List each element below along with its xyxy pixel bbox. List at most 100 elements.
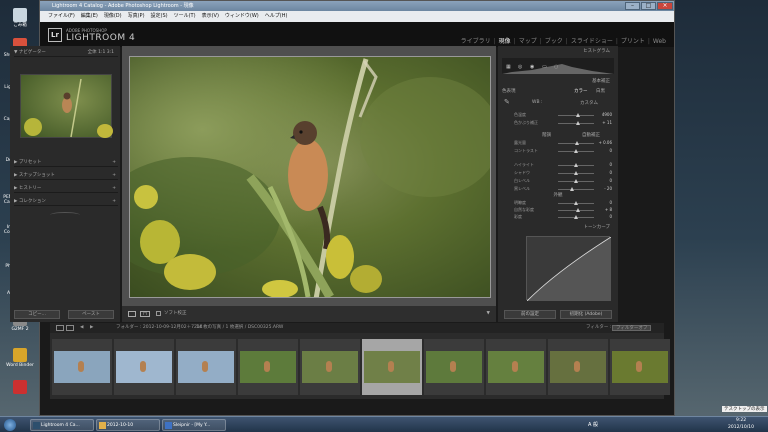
navigator-preview[interactable] bbox=[20, 74, 113, 138]
slider-thumb[interactable] bbox=[574, 215, 578, 219]
navigator-zoom-options[interactable]: 全体 1:1 3:1 bbox=[88, 48, 114, 57]
add-icon[interactable]: + bbox=[112, 171, 116, 180]
module-tab[interactable]: Web bbox=[653, 38, 666, 45]
left-section-header[interactable]: ▶ プリセット + bbox=[14, 158, 118, 167]
slider-value[interactable]: + 0.06 bbox=[598, 140, 612, 145]
before-after-icon[interactable]: YY bbox=[140, 311, 150, 317]
reset-button[interactable]: 初期化 (Adobe) bbox=[560, 310, 612, 319]
desktop-icon[interactable]: Word Binder bbox=[2, 348, 38, 368]
slider-thumb[interactable] bbox=[574, 163, 578, 167]
graduated-filter-icon[interactable]: ▭ bbox=[542, 64, 547, 70]
slider-thumb[interactable] bbox=[574, 149, 578, 153]
menu-item[interactable]: 設定(S) bbox=[151, 13, 168, 19]
filmstrip-thumbnail[interactable] bbox=[424, 339, 484, 395]
ime-indicator[interactable]: A 般 bbox=[588, 421, 598, 428]
redeye-icon[interactable]: ◉ bbox=[530, 64, 534, 70]
slider-thumb[interactable] bbox=[570, 187, 575, 191]
slider-value[interactable]: + 11 bbox=[602, 120, 612, 125]
minimize-button[interactable]: – bbox=[625, 2, 640, 10]
wb-value[interactable]: カスタム bbox=[580, 100, 598, 106]
slider-value[interactable]: 0 bbox=[609, 214, 612, 219]
wb-eyedropper-icon[interactable]: ✎ bbox=[504, 98, 510, 106]
treatment-color[interactable]: カラー bbox=[574, 88, 588, 94]
menu-item[interactable]: ヘルプ(H) bbox=[265, 13, 288, 19]
filmstrip-thumbnail[interactable] bbox=[238, 339, 298, 395]
slider-track[interactable] bbox=[558, 189, 594, 190]
slider-thumb[interactable] bbox=[576, 208, 581, 212]
taskbar-button[interactable]: 2012-10-10 bbox=[96, 419, 160, 431]
filmstrip-thumbnail[interactable] bbox=[486, 339, 546, 395]
slider-value[interactable]: + 8 bbox=[605, 207, 612, 212]
left-section-header[interactable]: ▶ ヒストリー + bbox=[14, 184, 118, 193]
navigator-header[interactable]: ▼ ナビゲーター 全体 1:1 3:1 bbox=[14, 48, 118, 57]
add-icon[interactable]: + bbox=[112, 158, 116, 167]
spot-removal-icon[interactable]: ◎ bbox=[518, 64, 522, 70]
second-window-icon[interactable] bbox=[66, 325, 74, 331]
slider-thumb[interactable] bbox=[575, 113, 580, 117]
filmstrip-thumbnail[interactable] bbox=[176, 339, 236, 395]
toolbar-menu-icon[interactable]: ▼ bbox=[487, 306, 490, 322]
menu-item[interactable]: ウィンドウ(W) bbox=[225, 13, 259, 19]
slider-value[interactable]: 0 bbox=[609, 170, 612, 175]
filmstrip-thumbnail[interactable] bbox=[362, 339, 422, 395]
slider-value[interactable]: - 20 bbox=[604, 186, 612, 191]
filmstrip-thumbnail[interactable] bbox=[300, 339, 360, 395]
module-tab[interactable]: マップ bbox=[519, 38, 537, 45]
nav-forward-icon[interactable]: ▶ bbox=[90, 323, 93, 333]
module-tab[interactable]: プリント bbox=[621, 38, 645, 45]
main-photo[interactable] bbox=[129, 56, 491, 298]
crop-tool-icon[interactable]: ▦ bbox=[506, 64, 511, 70]
slider-value[interactable]: 0 bbox=[609, 148, 612, 153]
menu-item[interactable]: ツール(T) bbox=[174, 13, 196, 19]
module-tab[interactable]: スライドショー bbox=[571, 38, 613, 45]
filmstrip-thumbnail[interactable] bbox=[548, 339, 608, 395]
module-tab[interactable]: ライブラリ bbox=[461, 38, 491, 45]
slider-value[interactable]: 0 bbox=[609, 178, 612, 183]
filmstrip-thumbnail[interactable] bbox=[610, 339, 670, 395]
left-section-header[interactable]: ▶ スナップショット + bbox=[14, 171, 118, 180]
menu-item[interactable]: 現像(D) bbox=[104, 13, 122, 19]
slider-thumb[interactable] bbox=[574, 171, 578, 175]
copy-button[interactable]: コピー... bbox=[14, 310, 60, 319]
maximize-button[interactable]: □ bbox=[641, 2, 656, 10]
menu-item[interactable]: ファイル(F) bbox=[48, 13, 75, 19]
basic-header[interactable]: 基本補正 bbox=[502, 78, 614, 84]
tone-auto-button[interactable]: 自動補正 bbox=[582, 132, 600, 138]
folder-path[interactable]: フォルダー : 2012-10-09-12月02＋7214 bbox=[116, 323, 203, 333]
slider-value[interactable]: 4900 bbox=[602, 112, 612, 117]
taskbar-button[interactable]: Lightroom 4 Ca... bbox=[30, 419, 94, 431]
desktop-icon[interactable] bbox=[2, 380, 38, 395]
histogram-header[interactable]: ヒストグラム bbox=[502, 48, 614, 54]
menu-item[interactable]: 編集(E) bbox=[81, 13, 98, 19]
grid-view-icon[interactable] bbox=[56, 325, 64, 331]
start-button[interactable] bbox=[4, 419, 16, 431]
filter-select[interactable]: フィルターオフ bbox=[612, 325, 652, 331]
treatment-bw[interactable]: 白黒 bbox=[596, 88, 605, 94]
menu-item[interactable]: 写真(P) bbox=[128, 13, 145, 19]
loupe-view-icon[interactable] bbox=[128, 311, 136, 317]
clock-date[interactable]: 2012/10/10 bbox=[728, 425, 754, 430]
clock-time[interactable]: 9:22 bbox=[736, 418, 746, 423]
taskbar-button[interactable]: Sleipnir - [My Y... bbox=[162, 419, 226, 431]
nav-back-icon[interactable]: ◀ bbox=[80, 323, 83, 333]
module-tab[interactable]: ブック bbox=[545, 38, 563, 45]
filmstrip-thumbnail[interactable] bbox=[114, 339, 174, 395]
filmstrip-thumbnail[interactable] bbox=[52, 339, 112, 395]
tone-curve-header[interactable]: トーンカーブ bbox=[502, 224, 614, 230]
left-section-header[interactable]: ▶ コレクション + bbox=[14, 197, 118, 206]
module-tab[interactable]: 現像 bbox=[499, 38, 511, 45]
slider-thumb[interactable] bbox=[574, 141, 579, 145]
slider-value[interactable]: 0 bbox=[609, 200, 612, 205]
menu-item[interactable]: 表示(V) bbox=[202, 13, 219, 19]
softproof-checkbox[interactable] bbox=[156, 311, 161, 316]
previous-settings-button[interactable]: 前の設定 bbox=[504, 310, 556, 319]
title-bar[interactable]: Lightroom 4 Catalog - Adobe Photoshop Li… bbox=[40, 1, 674, 11]
desktop-icon[interactable]: ごみ箱 bbox=[2, 8, 38, 28]
add-icon[interactable]: + bbox=[112, 197, 116, 206]
slider-thumb[interactable] bbox=[576, 121, 581, 125]
slider-value[interactable]: 0 bbox=[609, 162, 612, 167]
add-icon[interactable]: + bbox=[112, 184, 116, 193]
tone-curve-graph[interactable] bbox=[526, 236, 612, 302]
paste-button[interactable]: ペースト bbox=[68, 310, 114, 319]
slider-thumb[interactable] bbox=[574, 201, 578, 205]
